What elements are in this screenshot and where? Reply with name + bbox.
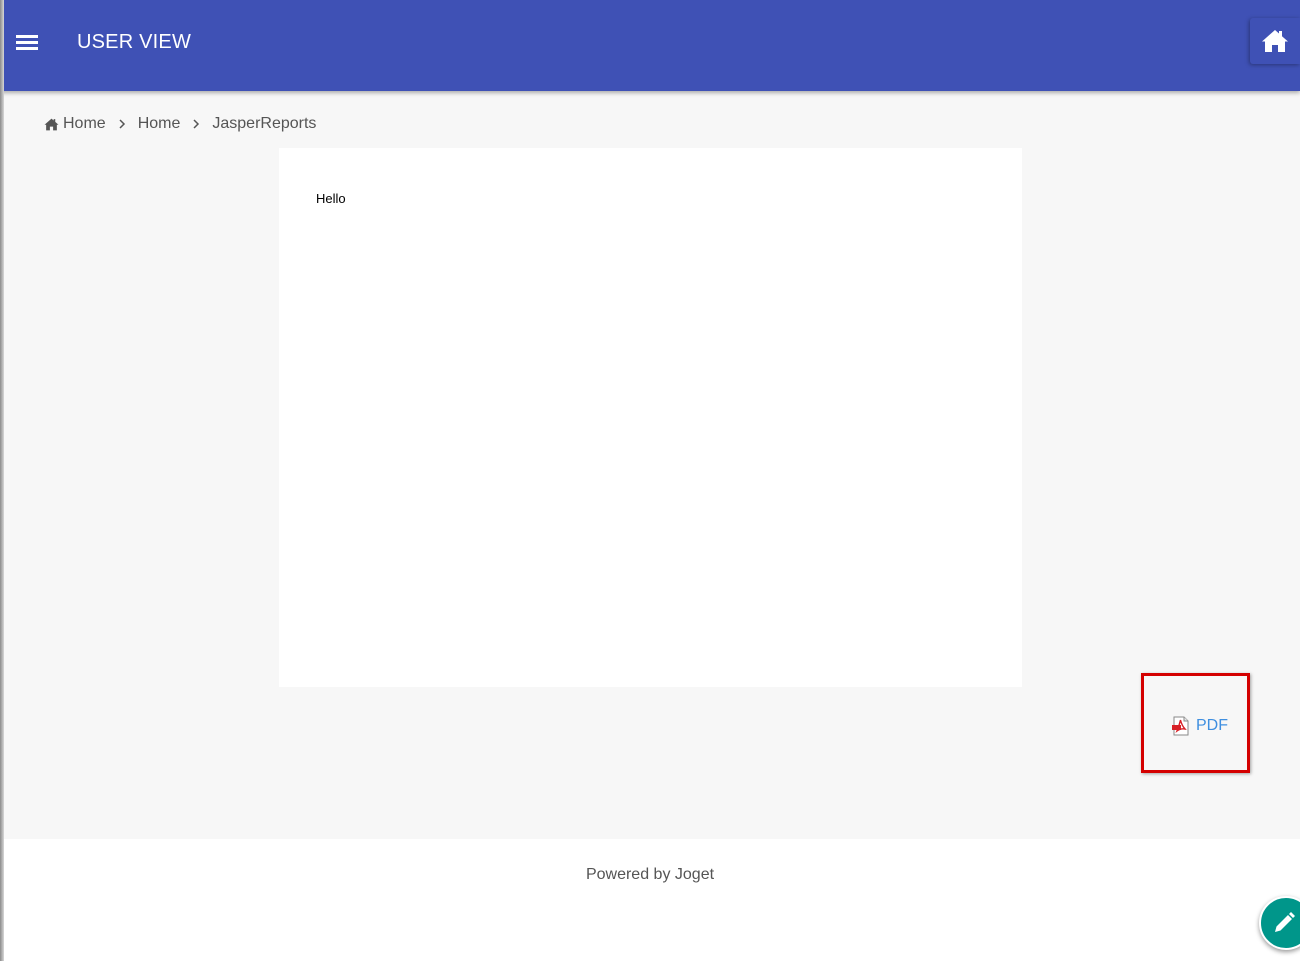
main-content: Home Home JasperReports Hello PDF bbox=[0, 91, 1300, 839]
home-icon bbox=[1262, 30, 1288, 52]
breadcrumb-item-label: JasperReports bbox=[212, 115, 317, 132]
breadcrumb-item-label: Home bbox=[63, 115, 106, 132]
left-edge-shadow bbox=[0, 0, 4, 961]
menu-toggle-button[interactable] bbox=[12, 30, 42, 56]
home-button[interactable] bbox=[1250, 18, 1300, 64]
report-frame: Hello bbox=[279, 148, 1022, 687]
breadcrumb-home-link[interactable]: Home bbox=[44, 115, 106, 133]
pencil-icon bbox=[1275, 912, 1295, 932]
pdf-file-icon bbox=[1171, 716, 1191, 736]
breadcrumb-item-current: JasperReports bbox=[212, 115, 316, 133]
app-header: USER VIEW bbox=[0, 0, 1300, 91]
report-content-text: Hello bbox=[316, 191, 346, 206]
home-icon bbox=[44, 118, 59, 131]
page: USER VIEW Home Home JasperReports Hello … bbox=[0, 0, 1300, 961]
breadcrumb: Home Home JasperReports bbox=[44, 115, 316, 133]
breadcrumb-item-label: Home bbox=[137, 115, 181, 132]
pdf-export-link[interactable]: PDF bbox=[1171, 716, 1228, 736]
hamburger-menu-icon bbox=[16, 35, 38, 38]
chevron-right-icon bbox=[192, 118, 200, 130]
powered-by-text: Powered by Joget bbox=[585, 866, 715, 883]
edit-fab-button[interactable] bbox=[1259, 896, 1300, 950]
app-title: USER VIEW bbox=[77, 31, 192, 53]
pdf-export-label: PDF bbox=[1196, 717, 1228, 734]
export-highlight-box: PDF bbox=[1141, 673, 1250, 773]
breadcrumb-item-home[interactable]: Home bbox=[138, 115, 181, 133]
footer: Powered by Joget bbox=[0, 839, 1300, 961]
chevron-right-icon bbox=[118, 118, 126, 130]
